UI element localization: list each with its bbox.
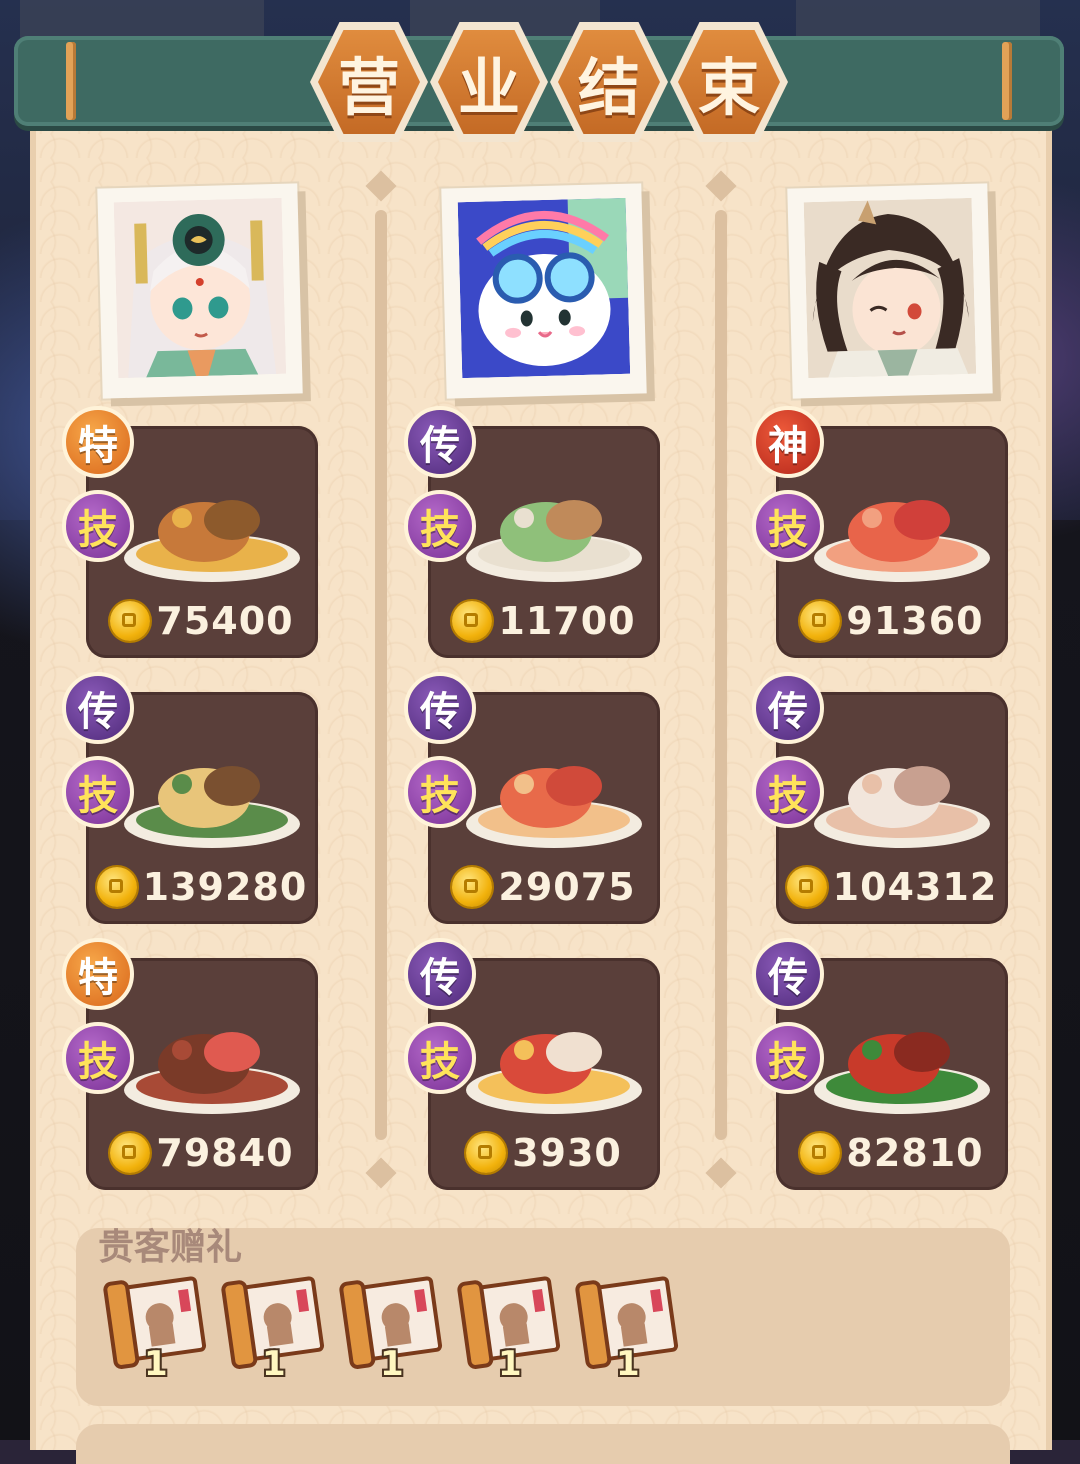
coin-icon (800, 1133, 841, 1173)
rarity-badge: 神 (752, 406, 824, 478)
dish-icon (124, 500, 300, 582)
guest-avatar (803, 197, 977, 379)
guest-portrait[interactable] (441, 183, 647, 399)
title-char: 营 (337, 51, 400, 124)
dish-price: 3930 (512, 1131, 622, 1175)
guest-avatar (457, 197, 631, 379)
price-row: 29075 (428, 862, 660, 912)
dish-price: 139280 (142, 865, 308, 909)
coin-icon (452, 601, 493, 641)
dish-icon (466, 766, 642, 848)
gift-item[interactable]: 1 (334, 1270, 446, 1384)
skill-badge: 技 (752, 490, 824, 562)
title-hex: 营 (310, 22, 428, 142)
gift-count: 1 (616, 1344, 640, 1384)
coin-icon (452, 867, 493, 907)
page-title: 营 业 结 束 (310, 22, 790, 150)
gift-section: 贵客赠礼 1 1 1 1 1 (76, 1227, 1010, 1406)
title-hex: 业 (430, 22, 548, 142)
price-row: 82810 (776, 1128, 1008, 1178)
skill-badge: 技 (404, 1022, 476, 1094)
guest-portrait[interactable] (97, 183, 303, 399)
rarity-badge: 特 (62, 938, 134, 1010)
coin-icon (466, 1133, 507, 1173)
price-row: 75400 (86, 596, 318, 646)
dish-price: 82810 (846, 1131, 984, 1175)
price-row: 79840 (86, 1128, 318, 1178)
gift-count: 1 (144, 1344, 168, 1384)
coin-icon (96, 867, 137, 907)
column-divider (715, 210, 727, 1140)
coin-icon (786, 867, 827, 907)
skill-badge: 技 (404, 756, 476, 828)
column-divider (375, 210, 387, 1140)
dish-price: 104312 (832, 865, 998, 909)
title-char: 业 (457, 51, 520, 124)
rarity-badge: 传 (752, 938, 824, 1010)
title-char: 束 (697, 51, 760, 124)
rarity-badge: 特 (62, 406, 134, 478)
dish-price: 91360 (846, 599, 984, 643)
next-section (76, 1424, 1010, 1464)
gift-count: 1 (498, 1344, 522, 1384)
rarity-badge: 传 (752, 672, 824, 744)
skill-badge: 技 (62, 1022, 134, 1094)
coin-icon (110, 601, 151, 641)
title-char: 结 (577, 51, 640, 124)
guest-avatar (113, 197, 287, 379)
dish-icon (124, 766, 300, 848)
skill-badge: 技 (752, 1022, 824, 1094)
gift-item[interactable]: 1 (570, 1270, 682, 1384)
guest-portrait[interactable] (787, 183, 993, 399)
price-row: 139280 (86, 862, 318, 912)
rarity-badge: 传 (404, 406, 476, 478)
coin-icon (800, 601, 841, 641)
gift-item[interactable]: 1 (216, 1270, 328, 1384)
skill-badge: 技 (62, 490, 134, 562)
price-row: 104312 (776, 862, 1008, 912)
coin-icon (110, 1133, 151, 1173)
rarity-badge: 传 (62, 672, 134, 744)
price-row: 91360 (776, 596, 1008, 646)
dish-price: 29075 (498, 865, 636, 909)
skill-badge: 技 (62, 756, 134, 828)
gift-count: 1 (380, 1344, 404, 1384)
bar-pin (1002, 42, 1012, 120)
dish-icon (814, 766, 990, 848)
dish-icon (124, 1032, 300, 1114)
price-row: 3930 (428, 1128, 660, 1178)
skill-badge: 技 (752, 756, 824, 828)
dish-icon (814, 1032, 990, 1114)
dish-icon (814, 500, 990, 582)
rarity-badge: 传 (404, 672, 476, 744)
title-hex: 束 (670, 22, 788, 142)
rarity-badge: 传 (404, 938, 476, 1010)
bar-pin (66, 42, 76, 120)
dish-price: 11700 (498, 599, 636, 643)
dish-price: 79840 (156, 1131, 294, 1175)
gift-item[interactable]: 1 (452, 1270, 564, 1384)
gift-section-title: 贵客赠礼 (98, 1227, 243, 1268)
dish-icon (466, 500, 642, 582)
price-row: 11700 (428, 596, 660, 646)
skill-badge: 技 (404, 490, 476, 562)
dish-price: 75400 (156, 599, 294, 643)
dish-icon (466, 1032, 642, 1114)
gift-count: 1 (262, 1344, 286, 1384)
title-hex: 结 (550, 22, 668, 142)
gift-item[interactable]: 1 (98, 1270, 210, 1384)
